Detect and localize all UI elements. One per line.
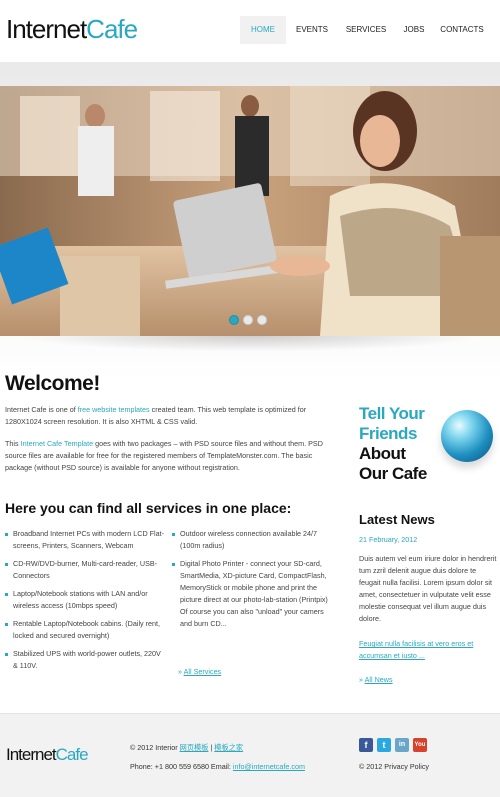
welcome-paragraph-1: Internet Cafe is one of free website tem… <box>5 404 325 428</box>
services-title: Here you can find all services in one pl… <box>5 500 292 516</box>
hero-slider-image <box>0 86 500 336</box>
all-services-link-text[interactable]: All Services <box>184 667 222 676</box>
welcome-p2-text: This <box>5 439 21 448</box>
all-services-link[interactable]: » All Services <box>178 667 221 676</box>
slider-shadow <box>20 336 480 352</box>
list-item: Stabilized UPS with world-power outlets,… <box>5 648 165 672</box>
nav-jobs[interactable]: JOBS <box>394 16 434 44</box>
site-logo[interactable]: InternetCafe <box>6 14 138 45</box>
news-date: 21 February, 2012 <box>359 535 418 544</box>
header: InternetCafe HOME EVENTS SERVICES JOBS C… <box>0 0 500 62</box>
services-list-right: Outdoor wireless connection available 24… <box>172 528 332 636</box>
list-item: Digital Photo Printer - connect your SD-… <box>172 558 332 630</box>
footer-copyright-text: © 2012 Interior <box>130 743 180 752</box>
list-item: Rentable Laptop/Notebook cabins. (Daily … <box>5 618 165 642</box>
twitter-icon[interactable]: t <box>377 738 391 752</box>
tell-line-4: Our Cafe <box>359 464 427 483</box>
latest-news-title: Latest News <box>359 512 435 527</box>
facebook-icon[interactable]: f <box>359 738 373 752</box>
globe-icon <box>441 410 493 462</box>
logo-text-cafe: Cafe <box>86 14 138 44</box>
main-nav: HOME EVENTS SERVICES JOBS CONTACTS <box>240 16 490 44</box>
nav-services[interactable]: SERVICES <box>338 16 394 44</box>
tell-line-1: Tell Your <box>359 404 425 423</box>
slider-dot-1[interactable] <box>229 315 239 325</box>
tell-line-2: Friends <box>359 424 417 443</box>
nav-contacts[interactable]: CONTACTS <box>434 16 490 44</box>
nav-events[interactable]: EVENTS <box>286 16 338 44</box>
all-news-link[interactable]: » All News <box>359 675 393 684</box>
footer-logo-internet: Internet <box>6 745 57 764</box>
footer-logo[interactable]: InternetCafe <box>6 745 89 765</box>
welcome-p1-text: Internet Cafe is one of <box>5 405 78 414</box>
services-list-left: Broadband Internet PCs with modern LCD F… <box>5 528 165 678</box>
logo-text-internet: Internet <box>6 14 87 44</box>
welcome-title: Welcome! <box>5 372 100 395</box>
linkedin-icon[interactable]: in <box>395 738 409 752</box>
footer-email-link[interactable]: info@internetcafe.com <box>233 762 305 771</box>
welcome-paragraph-2: This Internet Cafe Template goes with tw… <box>5 438 325 474</box>
news-text: Duis autem vel eum iriure dolor in hendr… <box>359 554 497 623</box>
privacy-policy[interactable]: © 2012 Privacy Policy <box>359 762 429 771</box>
footer-link-2[interactable]: 模板之家 <box>214 743 243 752</box>
list-item: Laptop/Notebook stations with LAN and/or… <box>5 588 165 612</box>
tell-friends-banner[interactable]: Tell Your Friends About Our Cafe <box>359 404 427 484</box>
free-templates-link[interactable]: free website templates <box>78 405 150 414</box>
all-news-link-text[interactable]: All News <box>365 675 393 684</box>
hero-photo <box>0 86 500 336</box>
social-links: f t in You <box>359 738 427 752</box>
list-item: Broadband Internet PCs with modern LCD F… <box>5 528 165 552</box>
footer-contact: Phone: +1 800 559 6580 Email: info@inter… <box>130 762 305 771</box>
youtube-icon[interactable]: You <box>413 738 427 752</box>
internet-cafe-template-link[interactable]: Internet Cafe Template <box>21 439 94 448</box>
footer-copyright: © 2012 Interior 网页模板 | 模板之家 <box>130 743 243 753</box>
slider-pagination <box>229 315 267 325</box>
list-item: CD-RW/DVD-burner, Multi-card-reader, USB… <box>5 558 165 582</box>
footer-link-1[interactable]: 网页模板 <box>180 743 209 752</box>
news-read-more-link[interactable]: Feugiat nulla facilisis at vero eros et … <box>359 638 497 662</box>
footer-logo-cafe: Cafe <box>55 745 89 764</box>
nav-home[interactable]: HOME <box>240 16 286 44</box>
slider-dot-2[interactable] <box>243 315 253 325</box>
slider-dot-3[interactable] <box>257 315 267 325</box>
footer-contact-text: Phone: +1 800 559 6580 Email: <box>130 762 233 771</box>
list-item: Outdoor wireless connection available 24… <box>172 528 332 552</box>
tell-line-3: About <box>359 444 406 463</box>
